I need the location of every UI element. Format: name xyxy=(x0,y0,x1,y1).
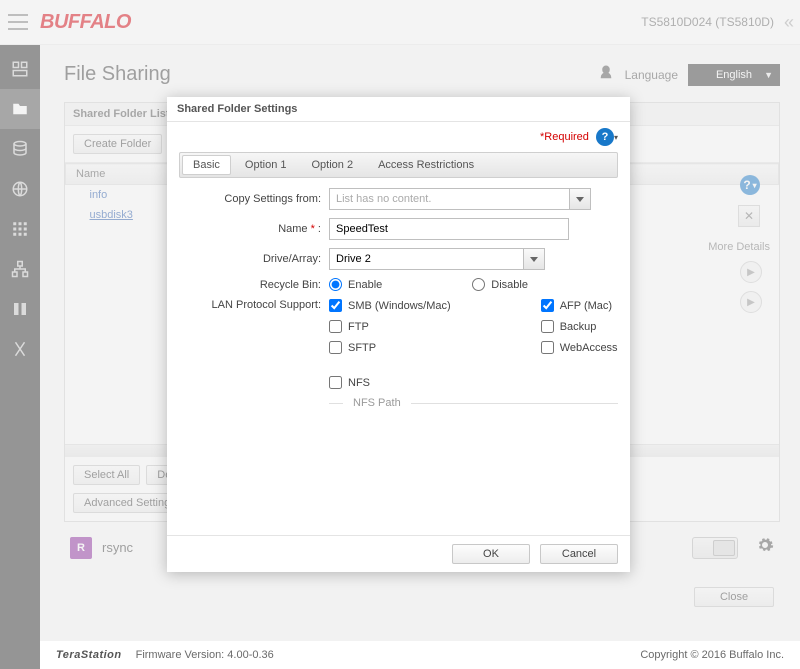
tab-access-restrictions[interactable]: Access Restrictions xyxy=(367,155,485,175)
label-lan-protocol: LAN Protocol Support: xyxy=(179,299,329,311)
tab-basic[interactable]: Basic xyxy=(182,155,231,175)
chevron-down-icon[interactable] xyxy=(569,188,591,210)
tab-option1[interactable]: Option 1 xyxy=(234,155,298,175)
tab-option2[interactable]: Option 2 xyxy=(301,155,365,175)
nfs-path-divider: NFS Path xyxy=(329,397,618,409)
drive-input[interactable] xyxy=(329,248,523,270)
check-sftp[interactable]: SFTP xyxy=(329,341,451,354)
check-backup[interactable]: Backup xyxy=(541,320,618,333)
drive-combo[interactable] xyxy=(329,248,545,270)
product-brand: TeraStation xyxy=(56,649,122,661)
radio-disable[interactable]: Disable xyxy=(472,278,528,291)
label-copy-from: Copy Settings from: xyxy=(179,193,329,205)
check-ftp[interactable]: FTP xyxy=(329,320,451,333)
check-smb[interactable]: SMB (Windows/Mac) xyxy=(329,299,451,312)
copyright: Copyright © 2016 Buffalo Inc. xyxy=(640,649,784,661)
check-nfs[interactable]: NFS xyxy=(329,376,451,389)
check-webaccess[interactable]: WebAccess xyxy=(541,341,618,354)
folder-name-input[interactable] xyxy=(329,218,569,240)
firmware-version: Firmware Version: 4.00-0.36 xyxy=(136,649,274,661)
copy-settings-input[interactable] xyxy=(329,188,569,210)
label-name: Name * : xyxy=(179,223,329,235)
ok-button[interactable]: OK xyxy=(452,544,530,564)
copy-settings-combo[interactable] xyxy=(329,188,591,210)
label-recycle: Recycle Bin: xyxy=(179,279,329,291)
cancel-button[interactable]: Cancel xyxy=(540,544,618,564)
required-label: *Required xyxy=(540,131,589,143)
shared-folder-settings-modal: Shared Folder Settings *Required ?▾ Basi… xyxy=(167,97,630,572)
chevron-down-icon[interactable] xyxy=(523,248,545,270)
radio-enable[interactable]: Enable xyxy=(329,278,382,291)
check-afp[interactable]: AFP (Mac) xyxy=(541,299,618,312)
status-bar: TeraStation Firmware Version: 4.00-0.36 … xyxy=(40,641,800,669)
modal-title: Shared Folder Settings xyxy=(167,97,630,122)
modal-tabstrip: Basic Option 1 Option 2 Access Restricti… xyxy=(179,152,618,178)
help-icon[interactable]: ? xyxy=(596,128,614,146)
label-drive: Drive/Array: xyxy=(179,253,329,265)
